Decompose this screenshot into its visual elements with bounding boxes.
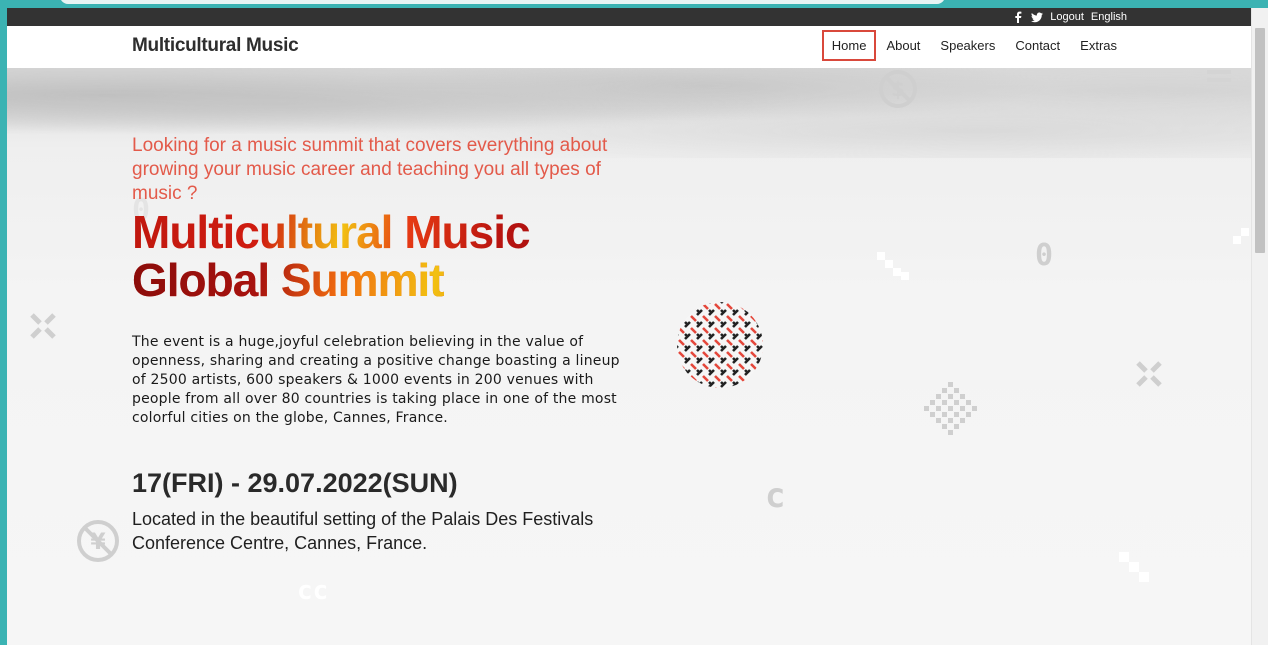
checker-step-icon	[1231, 228, 1251, 252]
event-venue: Located in the beautiful setting of the …	[132, 509, 594, 553]
zero-glyph-icon: 0	[1035, 238, 1054, 273]
menu-lines-icon	[1205, 68, 1233, 92]
cross-icon	[29, 312, 57, 344]
hero-title-line-1: Multicultural Music	[132, 206, 530, 258]
checker-step-icon	[877, 252, 909, 284]
main-nav: Home About Speakers Contact Extras	[821, 30, 1127, 61]
logout-link[interactable]: Logout	[1050, 11, 1084, 23]
main-navbar: Multicultural Music Home About Speakers …	[7, 26, 1251, 68]
yen-coin-icon: ¥	[75, 518, 121, 568]
hero-tagline: Looking for a music summit that covers e…	[132, 135, 608, 204]
nav-item-contact[interactable]: Contact	[1005, 30, 1070, 61]
hero-title: Multicultural Music Global Summit	[132, 208, 652, 304]
nav-item-home[interactable]: Home	[821, 30, 877, 61]
site-brand[interactable]: Multicultural Music	[132, 35, 299, 57]
checker-step-icon	[1119, 552, 1151, 588]
nav-item-speakers[interactable]: Speakers	[930, 30, 1005, 61]
double-c-glyph-icon: cc	[297, 576, 329, 606]
cent-glyph-icon: c	[765, 476, 786, 516]
hero-description: The event is a huge,joyful celebration b…	[132, 334, 620, 426]
top-bar: Logout English	[7, 8, 1251, 26]
language-selector[interactable]: English	[1091, 11, 1127, 23]
nav-item-extras[interactable]: Extras	[1070, 30, 1127, 61]
hero-title-line-2: Global Summit	[132, 256, 652, 304]
cross-icon	[1135, 360, 1163, 392]
facebook-icon[interactable]	[1012, 11, 1024, 23]
nav-item-about[interactable]: About	[876, 30, 930, 61]
hero-section: $ 0 0	[7, 68, 1251, 645]
diamond-grid-icon	[919, 380, 983, 448]
vertical-scrollbar[interactable]	[1251, 8, 1268, 645]
scrollbar-thumb[interactable]	[1255, 28, 1265, 253]
event-date: 17(FRI) - 29.07.2022(SUN)	[132, 468, 458, 498]
page-viewport: Logout English Multicultural Music Home …	[7, 8, 1268, 645]
twitter-icon[interactable]	[1031, 11, 1044, 23]
pattern-circle-graphic	[677, 302, 763, 388]
dollar-coin-icon: $	[877, 68, 919, 114]
browser-top-strip	[60, 0, 945, 4]
